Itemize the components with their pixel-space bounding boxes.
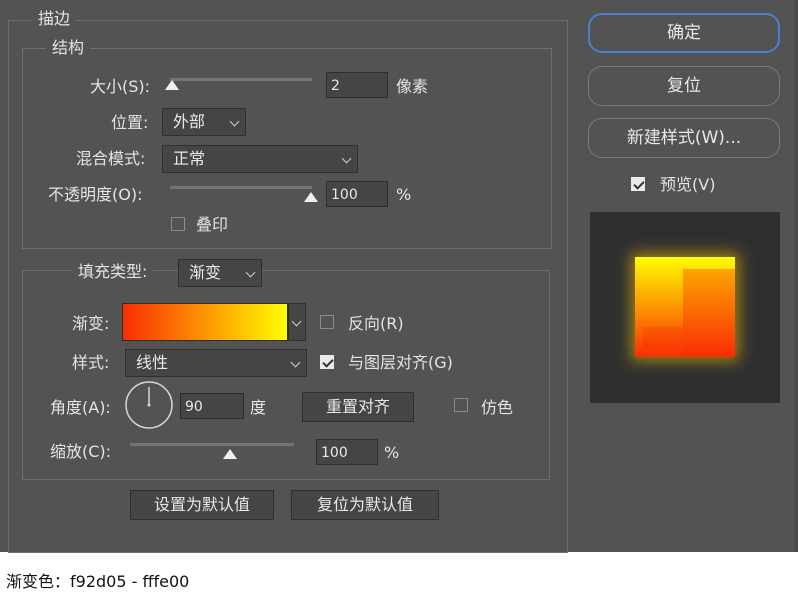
size-label: 大小(S): bbox=[90, 77, 151, 96]
chevron-down-icon bbox=[245, 267, 256, 278]
blend-mode-label: 混合模式: bbox=[76, 149, 146, 168]
new-style-button[interactable]: 新建样式(W)... bbox=[588, 118, 780, 158]
size-unit: 像素 bbox=[396, 77, 429, 96]
angle-unit: 度 bbox=[250, 398, 267, 417]
chevron-down-icon bbox=[290, 357, 301, 368]
overprint-label: 叠印 bbox=[196, 215, 229, 234]
angle-dial[interactable] bbox=[124, 380, 174, 430]
align-with-layer-checkbox[interactable] bbox=[320, 355, 334, 369]
opacity-input[interactable]: 100 bbox=[326, 181, 388, 207]
position-select-value: 外部 bbox=[173, 112, 206, 131]
structure-group-title: 结构 bbox=[46, 38, 91, 58]
scale-slider-track[interactable] bbox=[130, 443, 294, 446]
scale-input[interactable]: 100 bbox=[316, 439, 378, 465]
dither-label: 仿色 bbox=[481, 398, 514, 417]
set-as-default-button[interactable]: 设置为默认值 bbox=[130, 490, 274, 520]
opacity-label: 不透明度(O): bbox=[48, 185, 143, 204]
style-select[interactable]: 线性 bbox=[125, 349, 307, 377]
preview-label: 预览(V) bbox=[660, 175, 716, 194]
blend-mode-select-value: 正常 bbox=[173, 149, 206, 168]
size-slider-track[interactable] bbox=[170, 78, 312, 81]
blend-mode-select[interactable]: 正常 bbox=[162, 145, 358, 173]
reset-alignment-button[interactable]: 重置对齐 bbox=[302, 392, 414, 422]
gradient-swatch[interactable] bbox=[122, 303, 288, 341]
dialog-edge bbox=[794, 0, 798, 552]
opacity-unit: % bbox=[396, 185, 412, 204]
size-slider-thumb[interactable] bbox=[165, 80, 179, 90]
angle-input[interactable]: 90 bbox=[180, 393, 244, 419]
reverse-label: 反向(R) bbox=[348, 314, 404, 333]
angle-label: 角度(A): bbox=[50, 398, 111, 417]
size-input[interactable]: 2 bbox=[326, 72, 388, 98]
dither-checkbox[interactable] bbox=[454, 398, 468, 412]
gradient-caption: 渐变色：f92d05 - fffe00 bbox=[6, 572, 190, 591]
preview-checkbox[interactable] bbox=[631, 177, 645, 191]
preview-inner-strip bbox=[643, 327, 683, 347]
layer-style-dialog: 描边 结构 大小(S): 2 像素 位置: 外部 混合模式: 正常 不透明度(O… bbox=[0, 0, 798, 553]
stroke-group-title: 描边 bbox=[32, 9, 77, 29]
scale-slider-thumb[interactable] bbox=[223, 449, 237, 459]
overprint-checkbox[interactable] bbox=[171, 217, 185, 231]
position-select[interactable]: 外部 bbox=[162, 108, 246, 136]
preview-inner-block bbox=[683, 269, 735, 357]
scale-unit: % bbox=[384, 443, 400, 462]
angle-dial-icon bbox=[125, 381, 173, 429]
position-label: 位置: bbox=[111, 113, 149, 132]
opacity-slider-thumb[interactable] bbox=[304, 192, 318, 202]
preview-panel bbox=[590, 212, 780, 403]
reset-to-default-button[interactable]: 复位为默认值 bbox=[291, 490, 439, 520]
gradient-label: 渐变: bbox=[72, 314, 110, 333]
reverse-checkbox[interactable] bbox=[320, 315, 334, 329]
chevron-down-icon bbox=[291, 316, 302, 327]
preview-thumbnail bbox=[635, 257, 735, 357]
fill-type-select-value: 渐变 bbox=[189, 263, 222, 282]
fill-type-label: 填充类型: bbox=[72, 262, 154, 282]
align-with-layer-label: 与图层对齐(G) bbox=[348, 353, 453, 372]
opacity-slider-track[interactable] bbox=[170, 186, 312, 189]
chevron-down-icon bbox=[341, 153, 352, 164]
chevron-down-icon bbox=[229, 116, 240, 127]
fill-type-select[interactable]: 渐变 bbox=[178, 259, 262, 287]
scale-label: 缩放(C): bbox=[50, 442, 112, 461]
style-select-value: 线性 bbox=[136, 353, 169, 372]
gradient-dropdown[interactable] bbox=[288, 303, 306, 341]
ok-button[interactable]: 确定 bbox=[588, 13, 780, 53]
style-label: 样式: bbox=[72, 353, 110, 372]
reset-button[interactable]: 复位 bbox=[588, 66, 780, 106]
